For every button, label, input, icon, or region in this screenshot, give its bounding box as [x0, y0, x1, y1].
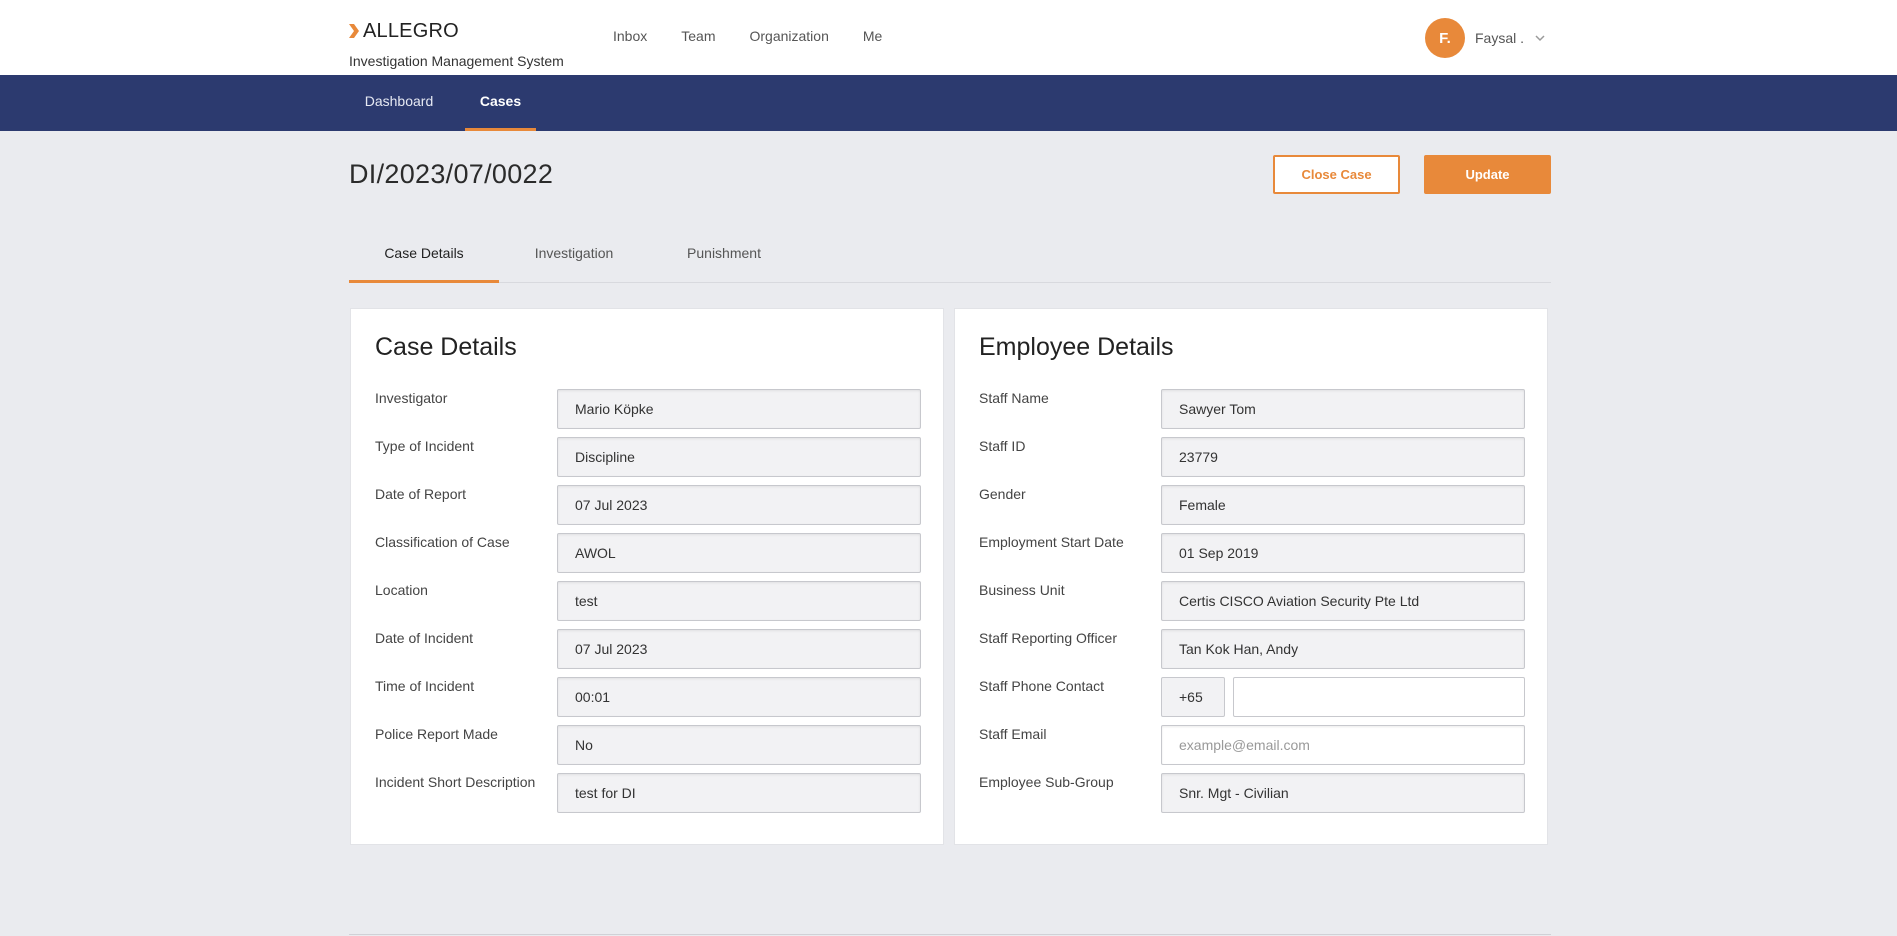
time-of-incident-field: 00:01 — [557, 677, 921, 717]
field-police-report: Police Report Made No — [375, 725, 921, 765]
field-date-of-incident: Date of Incident 07 Jul 2023 — [375, 629, 921, 669]
field-label: Staff ID — [979, 438, 1026, 454]
date-of-report-field: 07 Jul 2023 — [557, 485, 921, 525]
short-description-field: test for DI — [557, 773, 921, 813]
field-label: Business Unit — [979, 582, 1065, 598]
field-label: Employee Sub-Group — [979, 774, 1114, 790]
field-label: Location — [375, 582, 428, 598]
field-label: Date of Report — [375, 486, 467, 502]
field-phone-contact: Staff Phone Contact +65 — [979, 677, 1525, 717]
sub-group-field: Snr. Mgt - Civilian — [1161, 773, 1525, 813]
field-label: Police Report Made — [375, 726, 498, 742]
brand[interactable]: ALLEGRO Investigation Management System — [349, 19, 564, 69]
field-employment-start: Employment Start Date 01 Sep 2019 — [979, 533, 1525, 573]
brand-name: ALLEGRO — [363, 19, 459, 42]
tab-punishment[interactable]: Punishment — [649, 231, 799, 283]
subnav-dashboard[interactable]: Dashboard — [349, 75, 449, 131]
field-label: Staff Email — [979, 726, 1047, 742]
sub-nav: Dashboard Cases — [0, 75, 1897, 131]
field-label: Employment Start Date — [979, 534, 1124, 550]
page-title: DI/2023/07/0022 — [349, 159, 554, 189]
reporting-officer-field: Tan Kok Han, Andy — [1161, 629, 1525, 669]
field-time-of-incident: Time of Incident 00:01 — [375, 677, 921, 717]
field-investigator: Investigator Mario Köpke — [375, 389, 921, 429]
user-menu[interactable]: F. Faysal . — [1425, 18, 1546, 58]
allegro-logo-icon — [349, 24, 359, 38]
investigator-field: Mario Köpke — [557, 389, 921, 429]
close-case-button[interactable]: Close Case — [1273, 155, 1400, 194]
phone-number-input[interactable] — [1233, 677, 1525, 717]
business-unit-field: Certis CISCO Aviation Security Pte Ltd — [1161, 581, 1525, 621]
avatar[interactable]: F. — [1425, 18, 1465, 58]
case-tabs: Case Details Investigation Punishment — [349, 231, 1551, 283]
tab-investigation[interactable]: Investigation — [499, 231, 649, 283]
chevron-down-icon[interactable] — [1534, 32, 1546, 44]
type-of-incident-field: Discipline — [557, 437, 921, 477]
field-sub-group: Employee Sub-Group Snr. Mgt - Civilian — [979, 773, 1525, 813]
brand-subtitle: Investigation Management System — [349, 53, 564, 69]
nav-team[interactable]: Team — [681, 28, 715, 44]
field-label: Date of Incident — [375, 630, 474, 646]
field-label: Staff Reporting Officer — [979, 630, 1117, 646]
nav-me[interactable]: Me — [863, 28, 882, 44]
employment-start-field: 01 Sep 2019 — [1161, 533, 1525, 573]
field-staff-name: Staff Name Sawyer Tom — [979, 389, 1525, 429]
field-label: Incident Short Description — [375, 774, 536, 790]
top-header: ALLEGRO Investigation Management System … — [0, 0, 1897, 75]
field-type-of-incident: Type of Incident Discipline — [375, 437, 921, 477]
location-field: test — [557, 581, 921, 621]
field-label: Time of Incident — [375, 678, 475, 694]
field-gender: Gender Female — [979, 485, 1525, 525]
police-report-field: No — [557, 725, 921, 765]
tab-case-details[interactable]: Case Details — [349, 231, 499, 283]
field-label: Type of Incident — [375, 438, 474, 454]
staff-name-field: Sawyer Tom — [1161, 389, 1525, 429]
subnav-cases[interactable]: Cases — [465, 75, 536, 131]
classification-field: AWOL — [557, 533, 921, 573]
staff-id-field: 23779 — [1161, 437, 1525, 477]
field-label: Classification of Case — [375, 534, 510, 550]
field-staff-id: Staff ID 23779 — [979, 437, 1525, 477]
nav-organization[interactable]: Organization — [749, 28, 828, 44]
case-details-title: Case Details — [375, 333, 517, 361]
phone-country-code: +65 — [1161, 677, 1225, 717]
case-details-card: Case Details Investigator Mario Köpke Ty… — [350, 308, 944, 845]
field-label: Gender — [979, 486, 1026, 502]
employee-details-title: Employee Details — [979, 333, 1174, 361]
divider — [349, 934, 1551, 935]
date-of-incident-field: 07 Jul 2023 — [557, 629, 921, 669]
field-label: Staff Phone Contact — [979, 678, 1105, 694]
field-business-unit: Business Unit Certis CISCO Aviation Secu… — [979, 581, 1525, 621]
field-staff-email: Staff Email example@email.com — [979, 725, 1525, 765]
email-field[interactable]: example@email.com — [1161, 725, 1525, 765]
field-reporting-officer: Staff Reporting Officer Tan Kok Han, And… — [979, 629, 1525, 669]
field-label: Staff Name — [979, 390, 1049, 406]
update-button[interactable]: Update — [1424, 155, 1551, 194]
field-location: Location test — [375, 581, 921, 621]
field-date-of-report: Date of Report 07 Jul 2023 — [375, 485, 921, 525]
gender-field: Female — [1161, 485, 1525, 525]
field-label: Investigator — [375, 390, 448, 406]
field-classification: Classification of Case AWOL — [375, 533, 921, 573]
employee-details-card: Employee Details Staff Name Sawyer Tom S… — [954, 308, 1548, 845]
user-name[interactable]: Faysal . — [1475, 30, 1524, 46]
field-short-description: Incident Short Description test for DI — [375, 773, 921, 813]
top-nav: Inbox Team Organization Me — [613, 28, 916, 44]
nav-inbox[interactable]: Inbox — [613, 28, 647, 44]
